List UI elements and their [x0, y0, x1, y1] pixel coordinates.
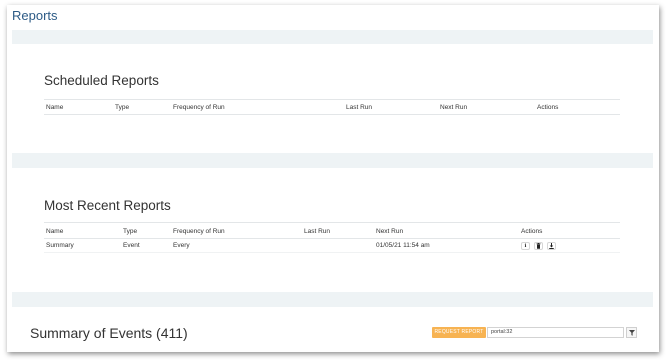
reports-window: Reports Scheduled Reports Name Type Freq… [7, 5, 659, 352]
delete-button[interactable] [534, 242, 543, 250]
column-header-last-run[interactable]: Last Run [304, 228, 330, 235]
column-header-frequency[interactable]: Frequency of Run [173, 228, 225, 235]
summary-title: Summary of Events (411) [30, 325, 188, 341]
filter-button[interactable] [626, 327, 637, 338]
row-next-run: 01/05/21 11:54 am [376, 242, 430, 249]
column-header-last-run[interactable]: Last Run [346, 104, 372, 111]
filter-input[interactable]: portal:32 [487, 327, 624, 338]
row-frequency: Every [173, 242, 190, 249]
scheduled-reports-title: Scheduled Reports [44, 73, 159, 88]
filter-icon [628, 330, 635, 336]
download-button[interactable] [547, 242, 556, 250]
recent-reports-title: Most Recent Reports [44, 198, 171, 213]
divider [44, 238, 620, 239]
column-header-actions: Actions [537, 104, 559, 111]
row-type: Event [123, 242, 140, 249]
divider [44, 99, 620, 100]
scheduled-reports-card: Scheduled Reports Name Type Frequency of… [12, 44, 653, 153]
download-icon [549, 243, 554, 249]
row-name: Summary [46, 242, 74, 249]
column-header-type[interactable]: Type [115, 104, 129, 111]
request-report-button[interactable]: REQUEST REPORT [432, 327, 486, 338]
column-header-next-run[interactable]: Next Run [376, 228, 403, 235]
divider [44, 114, 620, 115]
column-header-name[interactable]: Name [46, 228, 63, 235]
divider [44, 222, 620, 223]
recent-reports-card: Most Recent Reports Name Type Frequency … [12, 168, 653, 292]
trash-icon [536, 243, 541, 249]
info-icon: i [524, 243, 527, 249]
column-header-type[interactable]: Type [123, 228, 137, 235]
column-header-name[interactable]: Name [46, 104, 63, 111]
page-title: Reports [12, 8, 58, 23]
column-header-next-run[interactable]: Next Run [440, 104, 467, 111]
summary-card: Summary of Events (411) REQUEST REPORT p… [12, 307, 653, 352]
info-button[interactable]: i [521, 242, 530, 250]
column-header-frequency[interactable]: Frequency of Run [173, 104, 225, 111]
column-header-actions: Actions [521, 228, 543, 235]
divider [44, 252, 620, 253]
